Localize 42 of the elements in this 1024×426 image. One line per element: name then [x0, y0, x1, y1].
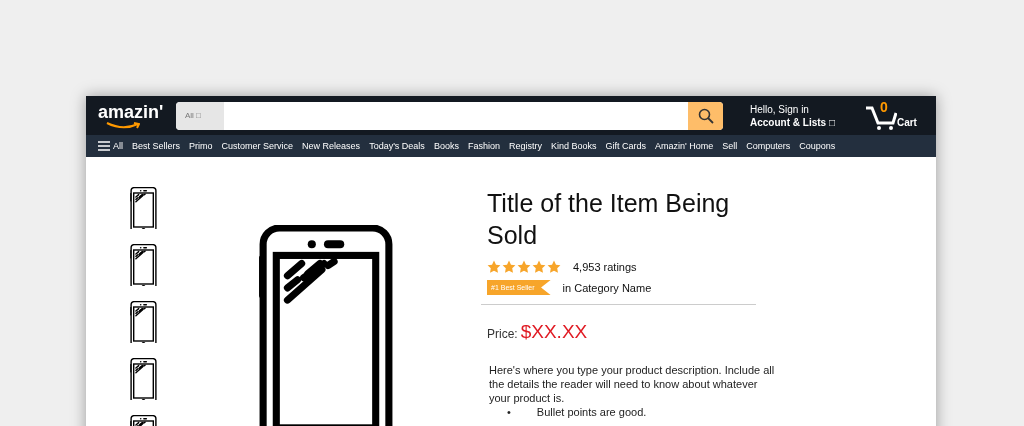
- thumbnail-phone-icon: [130, 358, 157, 400]
- price-label: Price:: [487, 327, 518, 341]
- cart-icon: [864, 104, 897, 131]
- product-title: Title of the Item Being Sold: [487, 188, 731, 251]
- ratings-count: 4,953 ratings: [573, 261, 637, 273]
- all-menu-button[interactable]: All: [98, 141, 123, 151]
- bullet-marker: •: [507, 405, 511, 419]
- cart-button[interactable]: 0 Cart: [864, 100, 917, 131]
- search-icon: [697, 107, 714, 124]
- logo-text: amazin': [98, 101, 164, 122]
- nav-link[interactable]: Books: [433, 141, 459, 151]
- thumbnail-phone-icon: [130, 187, 157, 229]
- star-icon: [532, 260, 546, 274]
- nav-link[interactable]: Fashion: [467, 141, 500, 151]
- search-field[interactable]: All □: [176, 101, 723, 130]
- nav-link[interactable]: Kind Books: [550, 141, 597, 151]
- price: $XX.XX: [520, 321, 588, 343]
- nav-link[interactable]: Primo: [189, 141, 213, 151]
- star-icon: [547, 260, 561, 274]
- search-button[interactable]: [688, 101, 723, 130]
- nav-link[interactable]: Registry: [508, 141, 542, 151]
- category-text: in Category Name: [562, 281, 652, 294]
- nav-link[interactable]: Today's Deals: [369, 141, 425, 151]
- product-description: Here's where you type your product description. Include all the details the reader will need to know about whatever your product is.: [489, 363, 776, 405]
- nav-link[interactable]: New Releases: [302, 141, 361, 151]
- nav-link[interactable]: Computers: [746, 141, 791, 151]
- menu-icon: [98, 141, 110, 151]
- nav-link[interactable]: Best Sellers: [132, 141, 181, 151]
- star-icon: [487, 260, 501, 274]
- star-icon: [502, 260, 516, 274]
- account-menu[interactable]: Hello, Sign in Account & Lists □: [750, 102, 835, 129]
- nav-link[interactable]: Amazin' Home: [655, 141, 714, 151]
- smile-icon: [106, 121, 140, 130]
- nav-link[interactable]: Sell: [722, 141, 738, 151]
- nav-link[interactable]: Coupons: [799, 141, 836, 151]
- nav-link[interactable]: Customer Service: [221, 141, 294, 151]
- thumbnail-phone-icon: [130, 301, 157, 343]
- star-icon: [517, 260, 531, 274]
- category-dropdown[interactable]: All □: [176, 101, 224, 130]
- thumbnail-phone-icon: [130, 244, 157, 286]
- bullet-point: Bullet points are good.: [536, 405, 647, 419]
- nav-link[interactable]: Gift Cards: [605, 141, 646, 151]
